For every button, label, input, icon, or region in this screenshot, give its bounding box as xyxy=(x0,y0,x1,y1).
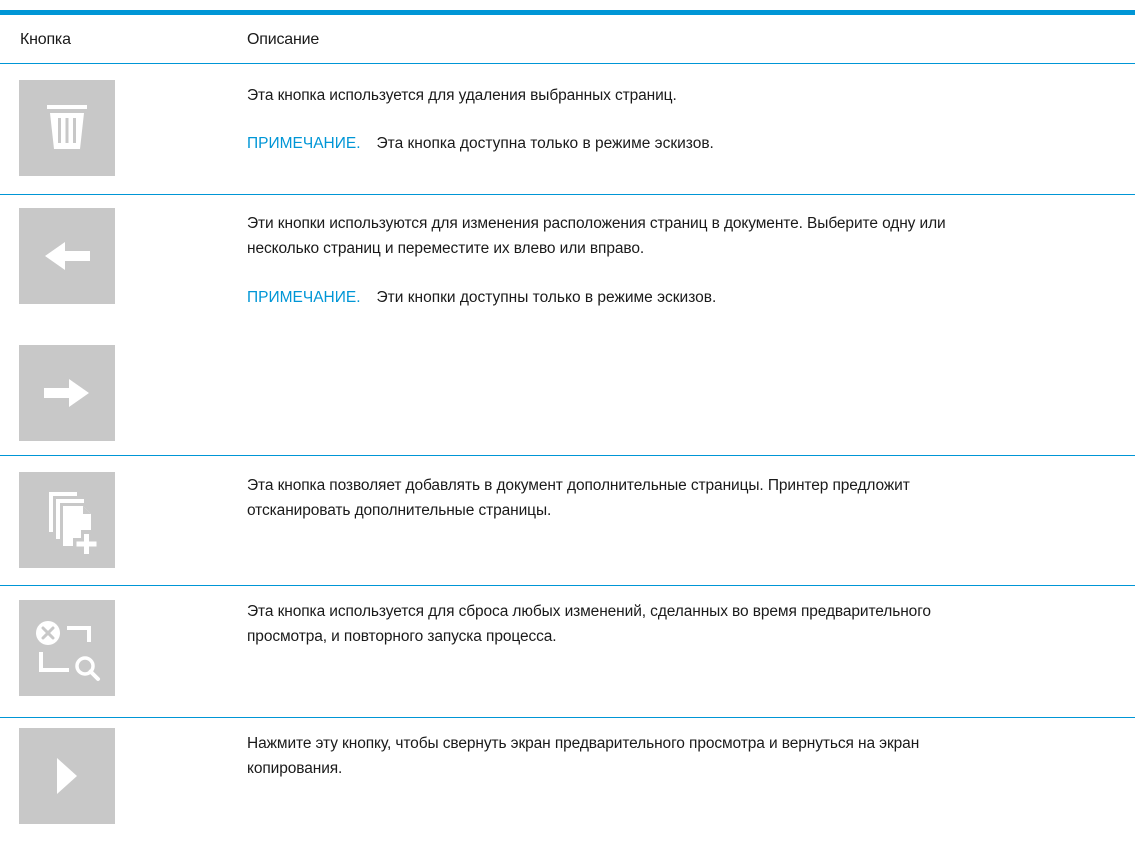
row-description: Эта кнопка используется для удаления выб… xyxy=(247,83,1127,108)
description-line: Эта кнопка используется для сброса любых… xyxy=(247,603,931,620)
description-text: Эта кнопка используется для удаления выб… xyxy=(247,87,677,104)
row-description: Эти кнопки используются для изменения ра… xyxy=(247,211,1127,261)
document-page: Кнопка Описание Эта кнопка используется … xyxy=(0,0,1135,841)
table-header: Кнопка Описание xyxy=(0,15,1135,64)
description-line: отсканировать дополнительные страницы. xyxy=(247,502,552,519)
row-description: Нажмите эту кнопку, чтобы свернуть экран… xyxy=(247,731,1127,781)
table-row: Эта кнопка используется для сброса любых… xyxy=(0,585,1135,718)
table-row: Эти кнопки используются для изменения ра… xyxy=(0,194,1135,456)
description-line: Нажмите эту кнопку, чтобы свернуть экран… xyxy=(247,735,920,752)
arrow-left-icon[interactable] xyxy=(19,208,115,304)
table-row: Эта кнопка позволяет добавлять в докумен… xyxy=(0,455,1135,586)
reset-preview-icon[interactable] xyxy=(19,600,115,696)
table-row: Эта кнопка используется для удаления выб… xyxy=(0,64,1135,195)
note-label: ПРИМЕЧАНИЕ. xyxy=(247,289,361,306)
row-note: ПРИМЕЧАНИЕ. Эти кнопки доступны только в … xyxy=(247,285,1127,310)
description-line: несколько страниц и переместите их влево… xyxy=(247,240,645,257)
play-collapse-icon[interactable] xyxy=(19,728,115,824)
row-description: Эта кнопка используется для сброса любых… xyxy=(247,599,1127,649)
trash-icon[interactable] xyxy=(19,80,115,176)
description-line: Эта кнопка позволяет добавлять в докумен… xyxy=(247,477,910,494)
row-note: ПРИМЕЧАНИЕ. Эта кнопка доступна только в … xyxy=(247,131,1127,156)
note-text: Эта кнопка доступна только в режиме эски… xyxy=(376,135,714,152)
note-label: ПРИМЕЧАНИЕ. xyxy=(247,135,361,152)
add-pages-icon[interactable] xyxy=(19,472,115,568)
header-button-column: Кнопка xyxy=(20,31,71,48)
table-row: Нажмите эту кнопку, чтобы свернуть экран… xyxy=(0,717,1135,841)
row-description: Эта кнопка позволяет добавлять в докумен… xyxy=(247,473,1127,523)
header-description-column: Описание xyxy=(247,31,320,48)
description-line: просмотра, и повторного запуска процесса… xyxy=(247,628,557,645)
description-line: Эти кнопки используются для изменения ра… xyxy=(247,215,946,232)
description-line: копирования. xyxy=(247,760,343,777)
arrow-right-icon[interactable] xyxy=(19,345,115,441)
note-text: Эти кнопки доступны только в режиме эски… xyxy=(376,289,717,306)
